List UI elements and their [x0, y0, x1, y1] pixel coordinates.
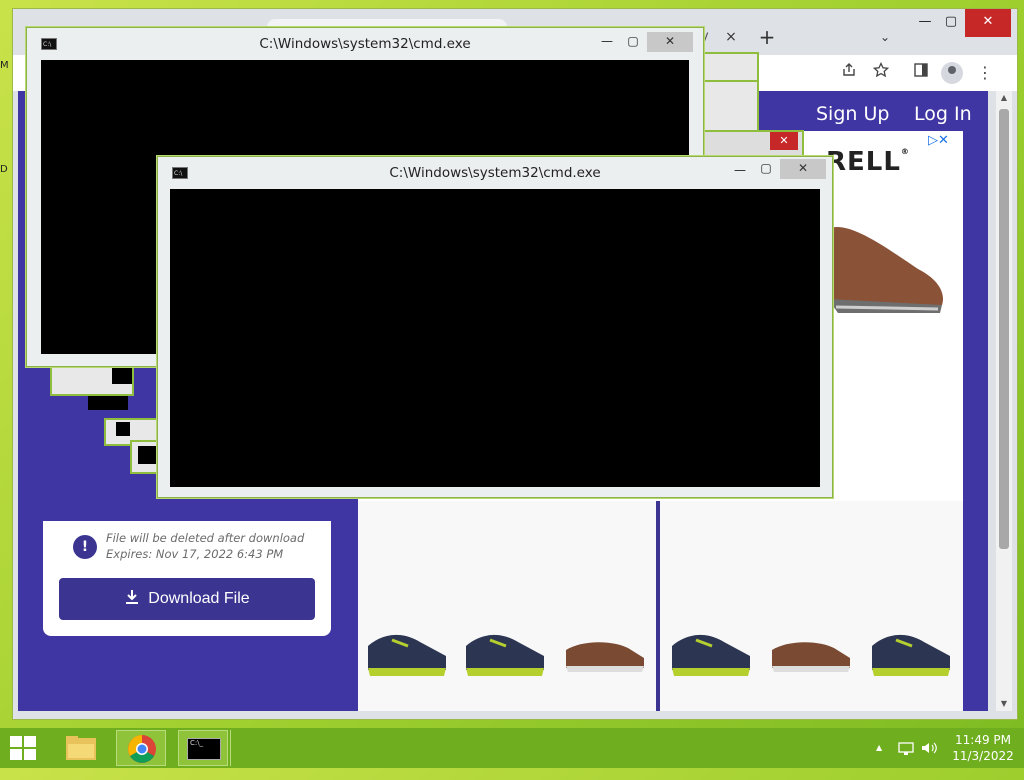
tab-search-button[interactable]: ⌄	[875, 27, 895, 47]
scroll-down-arrow[interactable]: ▼	[996, 697, 1012, 711]
expiry-text: Expires: Nov 17, 2022 6:43 PM	[106, 547, 284, 561]
desktop-icon-label: M	[0, 60, 9, 71]
new-tab-button[interactable]: +	[755, 25, 779, 49]
close-button[interactable]: ✕	[965, 9, 1011, 37]
taskbar-clock[interactable]: 11:49 PM 11/3/2022	[950, 732, 1016, 764]
info-icon: !	[73, 535, 97, 559]
cmd-maximize-button[interactable]: ▢	[619, 32, 647, 52]
cmd-titlebar[interactable]: C:\ C:\Windows\system32\cmd.exe — ▢ ✕	[158, 157, 832, 187]
shoe-thumbnail[interactable]	[668, 626, 754, 682]
shoe-thumbnail[interactable]	[562, 626, 648, 682]
desktop-icon-label: D	[0, 164, 8, 175]
cmd-maximize-button[interactable]: ▢	[752, 159, 780, 179]
show-hidden-icons[interactable]: ▲	[876, 728, 882, 768]
download-button[interactable]: Download File	[59, 578, 315, 620]
shoe-thumbnail[interactable]	[768, 626, 854, 682]
page-scrollbar[interactable]: ▲ ▼	[996, 91, 1012, 711]
download-label: Download File	[148, 590, 250, 607]
cmd-close-button[interactable]: ✕	[780, 159, 826, 179]
download-card: ! File will be deleted after download Ex…	[43, 521, 331, 636]
cmd-icon: C:\_	[187, 738, 221, 760]
bookmark-star-icon[interactable]	[869, 61, 893, 85]
ad-choices-icon[interactable]: ▷✕	[928, 133, 949, 148]
scroll-up-arrow[interactable]: ▲	[996, 91, 1012, 105]
shoe-thumbnail[interactable]	[868, 626, 954, 682]
cmd-close-button[interactable]: ✕	[647, 32, 693, 52]
side-panel-icon[interactable]	[909, 61, 933, 85]
tab-close-icon[interactable]: ×	[721, 27, 741, 47]
cmd-ghost-frame	[700, 80, 759, 134]
start-button[interactable]	[10, 736, 38, 762]
cmd-ghost-fill	[112, 366, 132, 384]
cmd-ghost-fill	[88, 396, 128, 410]
cmd-minimize-button[interactable]: —	[726, 161, 754, 181]
shoe-image	[828, 209, 948, 319]
profile-avatar[interactable]	[941, 62, 963, 84]
cmd-minimize-button[interactable]: —	[593, 32, 621, 52]
cmd-ghost-fill	[116, 422, 130, 436]
taskbar-cmd[interactable]: C:\_	[178, 730, 228, 766]
maximize-button[interactable]: ▢	[933, 9, 969, 37]
menu-icon[interactable]: ⋮	[973, 61, 997, 85]
taskbar-file-explorer[interactable]	[56, 730, 106, 766]
network-icon[interactable]	[898, 740, 914, 780]
log-in-link[interactable]: Log In	[914, 103, 972, 125]
taskbar: C:\_ ▲ 11:49 PM 11/3/2022	[0, 728, 1024, 768]
clock-time: 11:49 PM	[955, 733, 1011, 747]
shoe-thumbnail[interactable]	[364, 626, 450, 682]
folder-icon	[66, 736, 96, 760]
cmd-console[interactable]	[170, 189, 820, 487]
shoe-row	[364, 626, 964, 686]
scroll-thumb[interactable]	[999, 109, 1009, 549]
clock-date: 11/3/2022	[952, 749, 1014, 763]
share-icon[interactable]	[837, 61, 861, 85]
download-icon	[124, 589, 140, 610]
shoe-thumbnail[interactable]	[462, 626, 548, 682]
taskbar-chrome[interactable]	[116, 730, 166, 766]
chrome-icon	[128, 735, 156, 763]
ghost-close-icon: ✕	[770, 132, 798, 150]
sign-up-link[interactable]: Sign Up	[816, 103, 889, 125]
delete-notice: File will be deleted after download	[106, 531, 305, 545]
ad-brand-logo: RELL®	[826, 147, 910, 177]
volume-icon[interactable]	[920, 740, 938, 780]
cmd-window[interactable]: C:\ C:\Windows\system32\cmd.exe — ▢ ✕	[157, 156, 833, 498]
taskbar-divider	[230, 730, 235, 766]
cmd-ghost-fill	[138, 446, 156, 464]
cmd-titlebar[interactable]: C:\ C:\Windows\system32\cmd.exe — ▢ ✕	[27, 28, 703, 58]
